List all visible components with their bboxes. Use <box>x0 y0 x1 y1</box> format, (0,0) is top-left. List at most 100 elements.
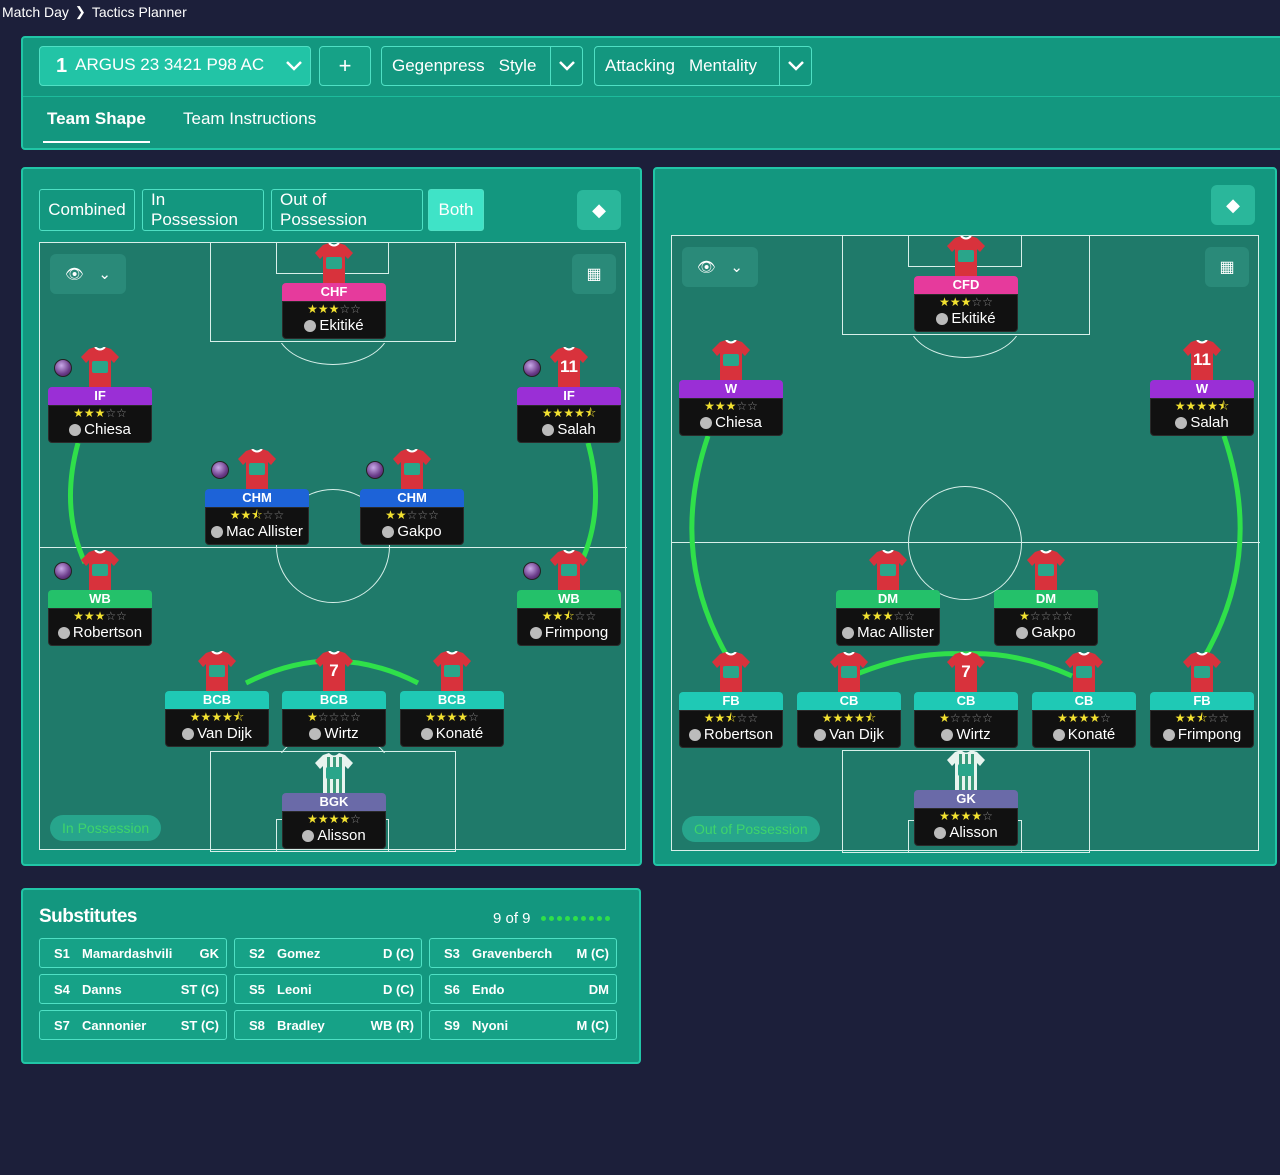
visibility-toggle[interactable]: 👁 ⌄ <box>50 254 126 294</box>
sub-slot: S9 <box>444 1017 460 1033</box>
avatar-icon <box>700 417 713 429</box>
role-label: FB <box>679 692 783 710</box>
substitute-item[interactable]: S8 Bradley WB (R) <box>234 1010 422 1040</box>
substitute-item[interactable]: S1 Mamardashvili GK <box>39 938 227 968</box>
chevron-down-icon[interactable] <box>550 47 582 85</box>
player-info: ★★★★☆ Konaté <box>1032 710 1136 748</box>
substitute-item[interactable]: S5 Leoni D (C) <box>234 974 422 1004</box>
player-card[interactable]: 7 CB ★☆☆☆☆ Wirtz <box>914 652 1018 748</box>
grid-icon[interactable]: ▦ <box>1205 247 1249 287</box>
player-name: Ekitiké <box>319 317 364 334</box>
sub-slot: S7 <box>54 1017 70 1033</box>
player-name: Salah <box>557 421 596 438</box>
mode-combined[interactable]: Combined <box>39 189 135 231</box>
player-card[interactable]: CHM ★★⯪☆☆ Mac Allister <box>205 449 309 545</box>
player-card[interactable]: DM ★☆☆☆☆ Gakpo <box>994 550 1098 646</box>
style-selector[interactable]: Gegenpress Style <box>381 46 583 86</box>
player-info: ★★★★⯪ Van Dijk <box>165 709 269 747</box>
substitute-item[interactable]: S9 Nyoni M (C) <box>429 1010 617 1040</box>
substitute-item[interactable]: S3 Gravenberch M (C) <box>429 938 617 968</box>
avatar-icon <box>57 627 70 639</box>
sub-position: D (C) <box>382 945 414 961</box>
mentality-selector[interactable]: Attacking Mentality <box>594 46 812 86</box>
player-card[interactable]: WB ★★⯪☆☆ Frimpong <box>517 550 621 646</box>
tab-team-instructions[interactable]: Team Instructions <box>183 109 316 129</box>
player-card[interactable]: 11 IF ★★★★⯪ Salah <box>517 347 621 443</box>
breadcrumb-root[interactable]: Match Day <box>2 4 69 20</box>
player-card[interactable]: GK ★★★★☆ Alisson <box>914 750 1018 846</box>
rating-stars: ★★★☆☆ <box>861 609 915 623</box>
player-card[interactable]: BCB ★★★★☆ Konaté <box>400 651 504 747</box>
chevron-down-icon[interactable] <box>779 47 811 85</box>
player-card[interactable]: BCB ★★★★⯪ Van Dijk <box>165 651 269 747</box>
shirt-icon: 7 <box>947 652 985 692</box>
add-tactic-button[interactable]: + <box>319 46 371 86</box>
rating-stars: ★☆☆☆☆ <box>307 710 361 724</box>
visibility-toggle[interactable]: 👁 ⌄ <box>682 247 758 287</box>
trait-orb-icon <box>54 562 72 580</box>
role-label: DM <box>994 590 1098 608</box>
substitutes-panel: Substitutes 9 of 9 S1 Mamardashvili GK S2 Go… <box>21 888 641 1064</box>
player-card[interactable]: FB ★★⯪☆☆ Robertson <box>679 652 783 748</box>
player-info: ★★★★⯪ Salah <box>1150 398 1254 436</box>
player-info: ★★★★☆ Konaté <box>400 709 504 747</box>
rating-stars: ★★★★☆ <box>939 809 993 823</box>
role-label: W <box>1150 380 1254 398</box>
diamond-icon[interactable]: ◆ <box>577 190 621 230</box>
avatar-icon <box>934 827 947 839</box>
avatar-icon <box>69 424 82 436</box>
player-card[interactable]: W ★★★☆☆ Chiesa <box>679 340 783 436</box>
chevron-down-icon: ⌄ <box>98 266 111 283</box>
player-info: ★★★☆☆ Mac Allister <box>836 608 940 646</box>
mode-out-of-possession[interactable]: Out of Possession <box>271 189 423 231</box>
grid-icon[interactable]: ▦ <box>572 254 616 294</box>
player-card[interactable]: BGK ★★★★☆ Alisson <box>282 753 386 849</box>
diamond-icon[interactable]: ◆ <box>1211 185 1255 225</box>
player-card[interactable]: DM ★★★☆☆ Mac Allister <box>836 550 940 646</box>
substitute-item[interactable]: S2 Gomez D (C) <box>234 938 422 968</box>
player-card[interactable]: CB ★★★★⯪ Van Dijk <box>797 652 901 748</box>
player-card[interactable]: CHM ★★☆☆☆ Gakpo <box>360 449 464 545</box>
shirt-icon <box>947 236 985 276</box>
mode-both[interactable]: Both <box>428 189 484 231</box>
player-card[interactable]: WB ★★★☆☆ Robertson <box>48 550 152 646</box>
trait-orb-icon <box>523 359 541 377</box>
player-name: Chiesa <box>715 414 762 431</box>
player-card[interactable]: CHF ★★★☆☆ Ekitiké <box>282 243 386 339</box>
tab-team-shape[interactable]: Team Shape <box>43 109 150 143</box>
sub-position: ST (C) <box>180 1017 219 1033</box>
out-of-possession-legend: Out of Possession <box>682 816 820 842</box>
rating-stars: ★★⯪☆☆ <box>229 508 285 522</box>
tactic-selector[interactable]: 1 ARGUS 23 3421 P98 AC <box>39 46 311 86</box>
avatar-icon <box>1016 627 1029 639</box>
player-name: Van Dijk <box>829 726 884 743</box>
player-name: Frimpong <box>1177 726 1242 743</box>
substitute-item[interactable]: S7 Cannonier ST (C) <box>39 1010 227 1040</box>
role-label: CHM <box>205 489 309 507</box>
player-info: ★★★★⯪ Van Dijk <box>797 710 901 748</box>
role-label: CFD <box>914 276 1018 294</box>
sub-slot: S8 <box>249 1017 265 1033</box>
style-value: Gegenpress <box>392 56 485 75</box>
out-of-possession-panel: ◆ 👁 ⌄ ▦ Out of Possession CFD ★★★☆☆ Ekitiké… <box>653 167 1277 866</box>
rating-stars: ★★★☆☆ <box>73 609 127 623</box>
mode-in-possession[interactable]: In Possession <box>142 189 264 231</box>
sub-name: Gomez <box>277 945 321 961</box>
player-card[interactable]: CFD ★★★☆☆ Ekitiké <box>914 236 1018 332</box>
rating-stars: ★★☆☆☆ <box>385 508 439 522</box>
player-name: Ekitiké <box>951 310 996 327</box>
player-card[interactable]: 7 BCB ★☆☆☆☆ Wirtz <box>282 651 386 747</box>
substitute-item[interactable]: S4 Danns ST (C) <box>39 974 227 1004</box>
chevron-down-icon[interactable] <box>278 47 310 85</box>
sub-position: D (C) <box>382 981 414 997</box>
player-card[interactable]: FB ★★⯪☆☆ Frimpong <box>1150 652 1254 748</box>
player-card[interactable]: IF ★★★☆☆ Chiesa <box>48 347 152 443</box>
player-card[interactable]: CB ★★★★☆ Konaté <box>1032 652 1136 748</box>
avatar-icon <box>1052 729 1065 741</box>
substitute-item[interactable]: S6 Endo DM <box>429 974 617 1004</box>
player-card[interactable]: 11 W ★★★★⯪ Salah <box>1150 340 1254 436</box>
rating-stars: ★★⯪☆☆ <box>1174 711 1230 725</box>
role-label: BCB <box>282 691 386 709</box>
role-label: WB <box>517 590 621 608</box>
role-label: WB <box>48 590 152 608</box>
